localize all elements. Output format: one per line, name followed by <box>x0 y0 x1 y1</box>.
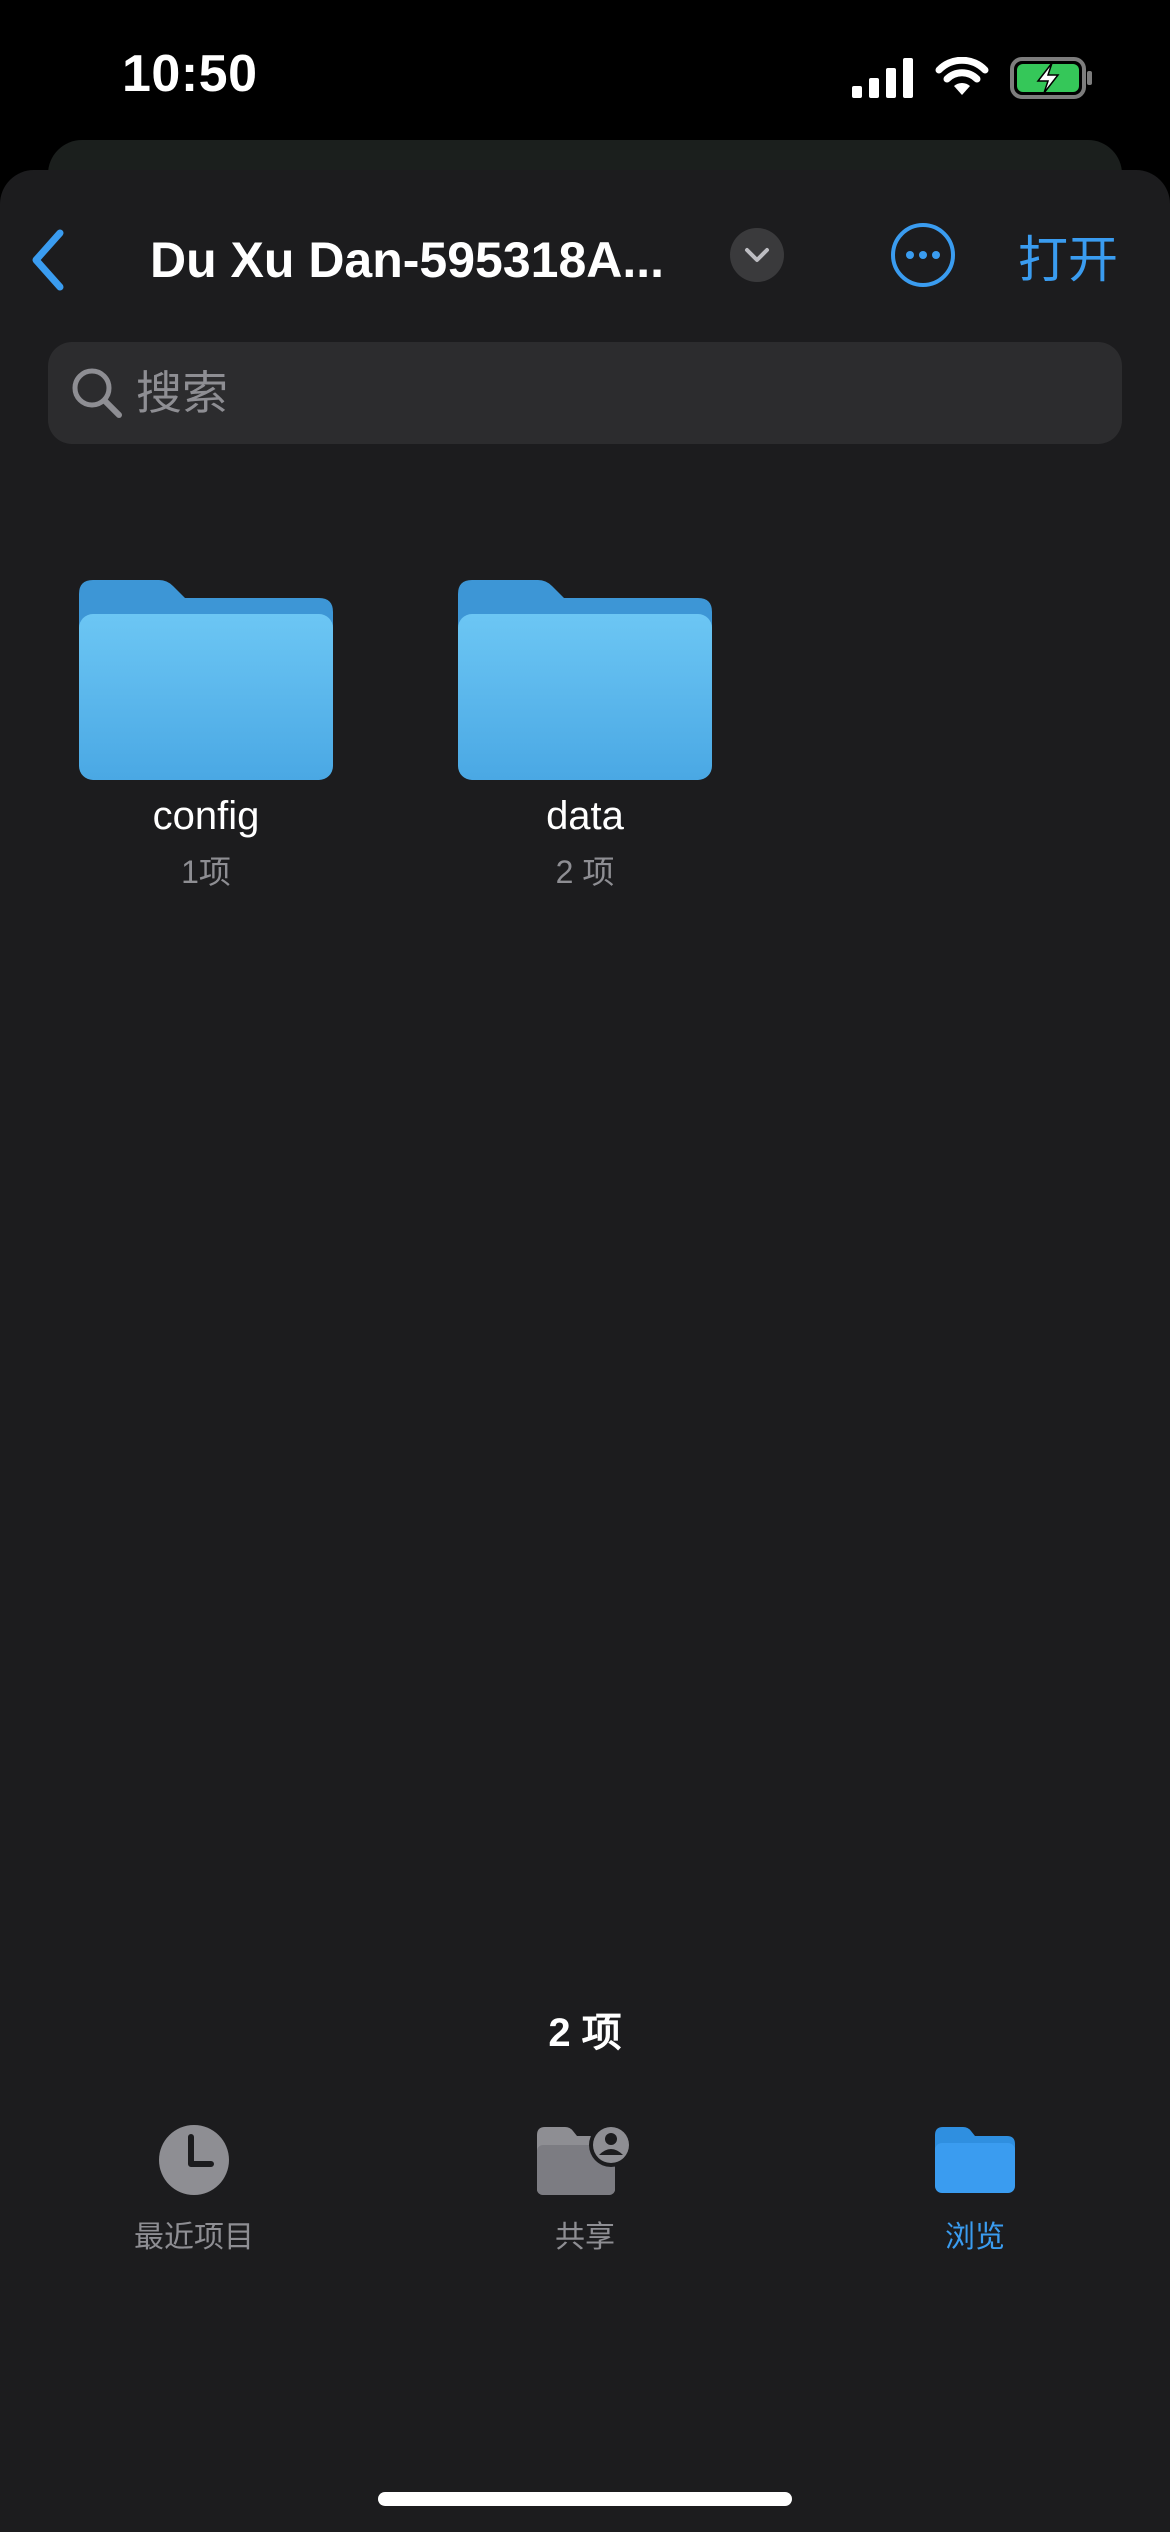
folder-item-count: 2 项 <box>555 854 615 890</box>
tab-bar: 最近项目 共享 浏览 <box>0 2110 1170 2310</box>
folder-icon <box>79 580 333 780</box>
battery-charging-icon <box>1010 57 1092 99</box>
navigation-bar: Du Xu Dan-595318A... 打开 <box>0 170 1170 340</box>
tab-browse[interactable]: 浏览 <box>845 2110 1105 2256</box>
chevron-down-icon <box>745 248 769 262</box>
folder-icon <box>458 580 712 780</box>
cellular-signal-icon <box>852 58 913 98</box>
total-item-count: 2 项 <box>548 2011 622 2055</box>
open-button[interactable]: 打开 <box>1018 220 1118 300</box>
back-button[interactable] <box>18 220 78 300</box>
status-icons <box>852 54 1094 102</box>
files-app-screen: 10:50 Du Xu Dan-595318A... 打开 搜索 config … <box>0 0 1170 2532</box>
folder-item-count: 1项 <box>181 854 231 890</box>
more-options-button[interactable] <box>890 222 956 288</box>
tab-label: 浏览 <box>945 2221 1005 2254</box>
search-bar[interactable] <box>48 342 1122 444</box>
clock-icon <box>159 2125 229 2195</box>
status-time: 10:50 <box>122 45 258 103</box>
folder-item-config[interactable]: config 1项 <box>56 580 356 893</box>
search-input[interactable] <box>134 365 1038 421</box>
shared-folder-icon <box>537 2123 633 2195</box>
folder-title: Du Xu Dan-595318A... <box>150 232 665 288</box>
tab-recents[interactable]: 最近项目 <box>64 2110 324 2256</box>
folder-icon <box>935 2127 1015 2193</box>
folder-name: config <box>152 794 260 838</box>
tab-label: 共享 <box>555 2221 615 2254</box>
wifi-icon <box>935 57 989 95</box>
search-icon <box>72 368 122 418</box>
chevron-left-icon <box>32 229 64 291</box>
title-menu-button[interactable] <box>730 228 784 282</box>
folder-item-data[interactable]: data 2 项 <box>435 580 735 893</box>
tab-shared[interactable]: 共享 <box>455 2110 715 2256</box>
tab-label: 最近项目 <box>134 2221 254 2254</box>
home-indicator[interactable] <box>378 2492 792 2506</box>
status-bar: 10:50 <box>0 0 1170 150</box>
folder-name: data <box>546 794 624 838</box>
